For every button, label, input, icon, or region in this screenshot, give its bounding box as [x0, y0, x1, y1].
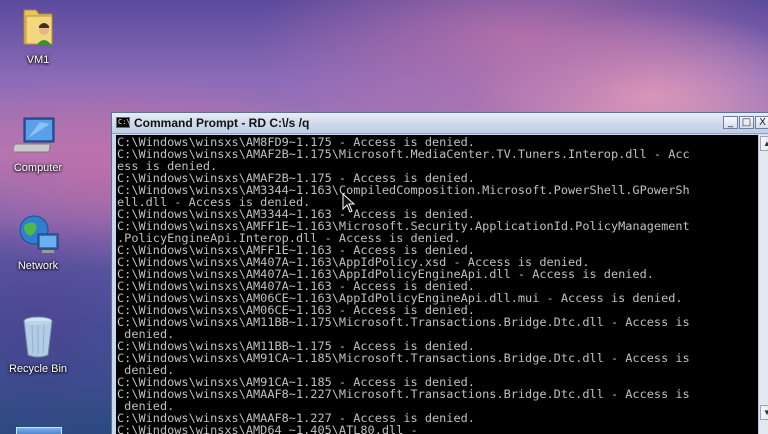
- partial-desktop-icon: [16, 427, 62, 434]
- console-icon: C:\: [116, 117, 131, 128]
- desktop-icon-label: Network: [17, 260, 59, 272]
- recycle-bin-icon: [14, 313, 62, 361]
- folder-user-icon: [14, 4, 62, 52]
- scroll-up-arrow-icon[interactable]: ▲: [760, 136, 768, 151]
- desktop-icon-label: VM1: [26, 54, 50, 66]
- window-title: Command Prompt - RD C:\/s /q: [134, 116, 310, 130]
- maximize-button[interactable]: □: [739, 116, 754, 129]
- desktop-icon-recycle-bin[interactable]: Recycle Bin: [4, 313, 72, 376]
- computer-icon: [12, 112, 62, 160]
- close-button[interactable]: X: [755, 116, 768, 129]
- vertical-scrollbar[interactable]: ▲ ▼: [758, 135, 768, 434]
- scroll-down-arrow-icon[interactable]: ▼: [760, 405, 768, 420]
- desktop-icon-label: Recycle Bin: [8, 363, 68, 375]
- window-titlebar[interactable]: C:\ Command Prompt - RD C:\/s /q _ □ X: [112, 113, 768, 134]
- console-text: C:\Windows\winsxs\AM8FD9~1.175 - Access …: [116, 135, 758, 434]
- console-line: C:\Windows\winsxs\AM91CA~1.185\Microsoft…: [117, 351, 690, 365]
- mouse-pointer-icon: [342, 193, 356, 213]
- desktop-icon-network[interactable]: Network: [4, 210, 72, 273]
- desktop-icon-computer[interactable]: Computer: [4, 112, 72, 175]
- console-line: C:\Windows\winsxs\AMD64_~1.405\ATL80.dll…: [117, 423, 418, 434]
- minimize-button[interactable]: _: [723, 116, 738, 129]
- network-globe-icon: [14, 210, 62, 258]
- desktop-icon-vm1[interactable]: VM1: [4, 4, 72, 67]
- console-line: C:\Windows\winsxs\AMAAF8~1.227\Microsoft…: [117, 387, 690, 401]
- console-line: C:\Windows\winsxs\AM11BB~1.175\Microsoft…: [117, 315, 690, 329]
- console-output[interactable]: C:\Windows\winsxs\AM8FD9~1.175 - Access …: [116, 135, 758, 434]
- desktop-icon-label: Computer: [13, 162, 63, 174]
- command-prompt-window[interactable]: C:\ Command Prompt - RD C:\/s /q _ □ X C…: [111, 112, 768, 434]
